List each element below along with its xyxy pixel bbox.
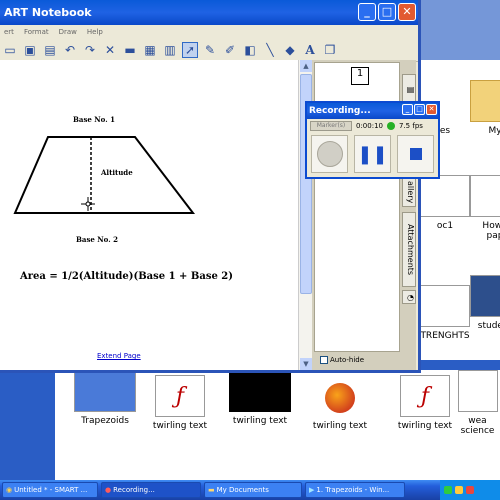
black-video-thumbnail (229, 370, 291, 412)
screen-shade-icon[interactable]: ▬ (122, 42, 138, 58)
rec-close-button[interactable]: ✕ (426, 104, 437, 115)
tab-gallery[interactable]: allery (402, 177, 416, 207)
tab-properties[interactable]: ◔ (402, 290, 416, 304)
firefox-icon (325, 383, 355, 413)
smart-titlebar[interactable]: ART Notebook _ □ ✕ (0, 0, 418, 25)
autohide-checkbox[interactable] (320, 356, 328, 364)
file-twirling-text-2[interactable]: twirling text (215, 370, 305, 426)
base2-label: Base No. 2 (76, 235, 118, 244)
menu-format[interactable]: Format (24, 28, 49, 36)
base1-label: Base No. 1 (73, 115, 115, 124)
redo-icon[interactable]: ↷ (82, 42, 98, 58)
system-tray (440, 480, 500, 500)
recording-titlebar[interactable]: Recording... _ □ ✕ (307, 103, 438, 119)
smart-icon: ◉ (6, 486, 13, 494)
taskbar-item-my-documents[interactable]: ▬ My Documents (204, 482, 302, 498)
paste-icon[interactable]: ▤ (42, 42, 58, 58)
fullscreen-icon[interactable]: ▦ (142, 42, 158, 58)
eraser-icon[interactable]: ◧ (242, 42, 258, 58)
window-title: ART Notebook (4, 6, 92, 19)
notebook-canvas[interactable]: Base No. 1 Altitude Base No. 2 Area = 1/… (0, 60, 298, 370)
scroll-up-icon[interactable]: ▲ (300, 60, 312, 72)
explorer-item-howa[interactable]: Howa pap (450, 175, 500, 241)
creative-pen-icon[interactable]: ✐ (222, 42, 238, 58)
open-icon[interactable]: ▭ (2, 42, 18, 58)
recording-title: Recording... (309, 106, 371, 116)
taskbar-item-recording[interactable]: ● Recording... (101, 482, 201, 498)
file-twirling-text-1[interactable]: ƒ twirling text (135, 375, 225, 431)
line-icon[interactable]: ╲ (262, 42, 278, 58)
pause-button[interactable]: ❚❚ (354, 135, 391, 173)
undo-icon[interactable]: ↶ (62, 42, 78, 58)
taskbar-item-smart[interactable]: ◉ Untitled * - SMART ... (2, 482, 98, 498)
menu-bar: ert Format Draw Help (0, 25, 418, 38)
altitude-label: Altitude (101, 168, 133, 177)
image-thumbnail (470, 275, 500, 317)
toolbar: ▭ ▣ ▤ ↶ ↷ ✕ ▬ ▦ ▥ ➚ ✎ ✐ ◧ ╲ ◆ A ❐ (0, 38, 418, 62)
flash-icon: ƒ (155, 375, 205, 417)
marker-button[interactable]: Marker(s) (310, 121, 352, 131)
taskbar-item-trapezoids[interactable]: ▶ 1. Trapezoids - Win... (305, 482, 405, 498)
area-formula: Area = 1/2(Altitude)(Base 1 + Base 2) (20, 271, 233, 282)
tray-app-icon[interactable] (455, 486, 463, 494)
flash-icon: ƒ (400, 375, 450, 417)
explorer-item-my[interactable]: My (450, 80, 500, 136)
file-twirling-text-3[interactable]: twirling text (295, 375, 385, 431)
record-button[interactable] (311, 135, 348, 173)
fill-icon[interactable]: ◆ (282, 42, 298, 58)
close-button[interactable]: ✕ (398, 3, 416, 21)
autohide-option[interactable]: Auto-hide (320, 356, 364, 364)
taskbar: ◉ Untitled * - SMART ... ● Recording... … (0, 480, 500, 500)
pen-icon[interactable]: ✎ (202, 42, 218, 58)
select-icon[interactable]: ➚ (182, 41, 198, 58)
page-thumbnail[interactable]: 1 (351, 67, 369, 85)
menu-help[interactable]: Help (87, 28, 103, 36)
trapezoid-diagram (13, 136, 196, 214)
tab-page-sorter[interactable]: ▤ (402, 74, 416, 104)
minimize-button[interactable]: _ (358, 3, 376, 21)
document-thumbnail (457, 370, 498, 412)
recording-icon: ● (105, 486, 112, 494)
maximize-button[interactable]: □ (378, 3, 396, 21)
menu-draw[interactable]: Draw (59, 28, 77, 36)
folder-icon (470, 80, 500, 122)
rec-minimize-button[interactable]: _ (402, 104, 413, 115)
recording-window: Recording... _ □ ✕ Marker(s) 0:00:10 7.5… (305, 101, 440, 179)
explorer-item-student[interactable]: student (450, 275, 500, 331)
status-indicator-icon (387, 122, 395, 130)
scroll-down-icon[interactable]: ▼ (300, 358, 312, 370)
text-icon[interactable]: A (302, 42, 318, 58)
record-icon (316, 141, 343, 167)
properties-icon[interactable]: ❐ (322, 42, 338, 58)
menu-insert[interactable]: ert (4, 28, 14, 36)
table-icon[interactable]: ▥ (162, 42, 178, 58)
trapezoid-thumbnail (74, 370, 136, 412)
recording-status: Marker(s) 0:00:10 7.5 fps (307, 119, 438, 133)
security-icon[interactable] (466, 486, 474, 494)
pause-icon: ❚❚ (357, 143, 388, 165)
smart-notebook-window: ART Notebook _ □ ✕ ert Format Draw Help … (0, 0, 421, 373)
network-icon[interactable] (444, 486, 452, 494)
extend-page-link[interactable]: Extend Page (97, 352, 141, 360)
folder-icon: ▬ (208, 486, 215, 494)
explorer-item-wea[interactable]: wea science (455, 370, 500, 436)
frame-rate: 7.5 fps (399, 122, 423, 130)
media-icon: ▶ (309, 486, 315, 494)
move-cursor-icon (81, 197, 95, 211)
document-icon (470, 175, 500, 217)
delete-icon[interactable]: ✕ (102, 42, 118, 58)
rec-restore-button[interactable]: □ (414, 104, 425, 115)
autohide-label: Auto-hide (330, 356, 365, 364)
elapsed-time: 0:00:10 (356, 122, 383, 130)
stop-button[interactable] (397, 135, 434, 173)
recording-controls: ❚❚ (307, 133, 438, 175)
save-icon[interactable]: ▣ (22, 42, 38, 58)
stop-icon (409, 148, 422, 160)
tab-attachments[interactable]: Attachments (402, 212, 416, 287)
